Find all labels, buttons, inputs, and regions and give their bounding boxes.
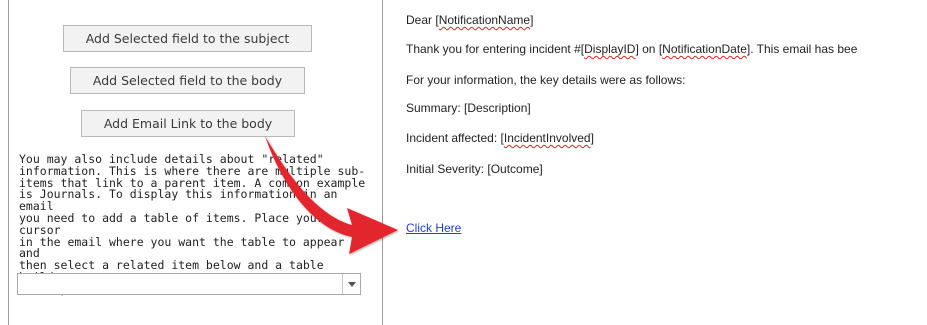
key-details-line: For your information, the key details we… <box>406 73 686 87</box>
add-field-to-subject-button[interactable]: Add Selected field to the subject <box>63 25 312 52</box>
initial-severity-line: Initial Severity: [Outcome] <box>406 162 543 176</box>
email-body-editor[interactable]: Dear [NotificationName] Thank you for en… <box>406 0 927 325</box>
add-email-link-button[interactable]: Add Email Link to the body <box>81 110 295 137</box>
thanks-line: Thank you for entering incident #[Displa… <box>406 42 858 56</box>
notification-name-field: NotificationName <box>438 13 531 27</box>
incident-involved-field: IncidentInvolved <box>503 131 591 145</box>
add-field-to-body-button[interactable]: Add Selected field to the body <box>70 67 305 94</box>
related-item-select[interactable] <box>17 273 361 295</box>
incident-affected-line: Incident affected: [IncidentInvolved] <box>406 131 594 145</box>
summary-line: Summary: [Description] <box>406 101 531 115</box>
chevron-down-icon[interactable] <box>342 274 360 294</box>
notification-date-field: NotificationDate <box>662 42 747 56</box>
field-tools-panel: Add Selected field to the subject Add Se… <box>8 0 383 325</box>
greeting-line: Dear [NotificationName] <box>406 13 534 27</box>
click-here-link[interactable]: Click Here <box>406 221 461 235</box>
display-id-field: DisplayID <box>584 42 636 56</box>
